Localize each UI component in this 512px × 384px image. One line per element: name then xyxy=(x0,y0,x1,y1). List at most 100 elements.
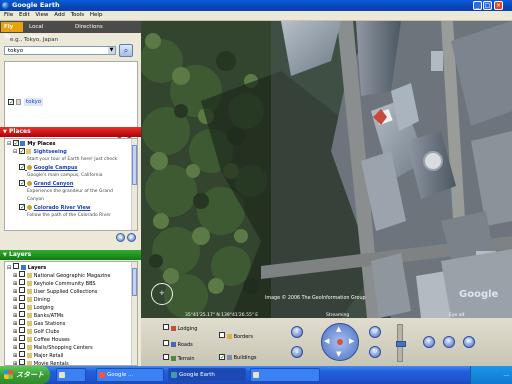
taskbar-item-google[interactable]: Google ... xyxy=(96,368,164,382)
checkbox[interactable] xyxy=(18,327,25,333)
search-result-item[interactable]: ✓ tokyo xyxy=(8,98,138,107)
layer-item[interactable]: ⊞ Golf Clubs xyxy=(13,327,59,335)
pan-up-icon[interactable]: ▲ xyxy=(336,325,341,333)
layer-option-lodging[interactable]: Lodging xyxy=(163,324,197,332)
layer-item[interactable]: ⊞ User Supplied Collections xyxy=(13,287,97,295)
folder-icon xyxy=(26,345,32,350)
tab-local-search[interactable]: Local Search xyxy=(26,22,66,40)
checkbox[interactable]: ✓ xyxy=(19,204,25,211)
layers-header[interactable]: ▼ Layers xyxy=(0,250,141,260)
tree-item-sightseeing[interactable]: ⊟ ✓ Sightseeing xyxy=(13,148,67,156)
compass-icon[interactable]: ✛ xyxy=(151,283,173,305)
layer-item[interactable]: ⊞ Banks/ATMs xyxy=(13,311,64,319)
checkbox[interactable]: ✓ xyxy=(12,140,19,147)
checkbox[interactable] xyxy=(219,332,225,338)
tree-item-google-campus[interactable]: ✓ Google Campus xyxy=(19,164,78,172)
checkbox[interactable] xyxy=(18,295,25,301)
scroll-thumb[interactable] xyxy=(132,145,137,185)
rotate-left-icon[interactable]: ↺ xyxy=(369,326,381,338)
menu-tools[interactable]: Tools xyxy=(71,11,85,20)
checkbox[interactable] xyxy=(18,359,25,365)
layer-item[interactable]: ⊞ Movie Rentals xyxy=(13,359,69,365)
expand-icon[interactable]: ⊟ xyxy=(7,141,11,147)
checkbox[interactable]: ✓ xyxy=(18,148,25,155)
tab-directions[interactable]: Directions xyxy=(72,22,108,32)
menu-file[interactable]: File xyxy=(4,11,13,20)
checkbox[interactable]: ✓ xyxy=(19,180,25,187)
pan-down-icon[interactable]: ▼ xyxy=(336,350,341,358)
checkbox[interactable] xyxy=(18,287,25,293)
checkbox[interactable] xyxy=(18,343,25,349)
tree-item-colorado-river[interactable]: ✓ Colorado River View xyxy=(19,204,91,212)
checkbox[interactable] xyxy=(163,354,169,360)
layer-item[interactable]: ⊞ Dining xyxy=(13,295,50,303)
tilt-down-icon[interactable]: ↓ xyxy=(291,346,303,358)
layer-item[interactable]: ⊞ National Geographic Magazine xyxy=(13,271,110,279)
clock[interactable]: ... xyxy=(503,371,509,378)
layer-item[interactable]: ⊞ Coffee Houses xyxy=(13,335,70,343)
checkbox[interactable] xyxy=(18,279,25,285)
layer-item[interactable]: ⊞ Keyhole Community BBS xyxy=(13,279,96,287)
checkbox[interactable] xyxy=(18,303,25,309)
checkbox[interactable] xyxy=(18,271,25,277)
search-button[interactable]: ⌕ xyxy=(119,44,133,57)
places-scrollbar[interactable] xyxy=(131,139,137,230)
checkbox[interactable] xyxy=(18,351,25,357)
result-label: tokyo xyxy=(24,98,44,106)
pan-left-icon[interactable]: ◀ xyxy=(324,337,329,345)
direction-pad[interactable]: ▲ ▼ ◀ ▶ xyxy=(321,323,359,361)
menu-view[interactable]: View xyxy=(35,11,48,20)
layer-item[interactable]: ⊞ Major Retail xyxy=(13,351,63,359)
zoom-slider[interactable] xyxy=(396,324,406,362)
scroll-thumb[interactable] xyxy=(132,268,137,296)
tree-item-grand-canyon[interactable]: ✓ Grand Canyon xyxy=(19,180,73,188)
places-next-icon[interactable]: ▸ xyxy=(127,233,136,242)
layer-item[interactable]: ⊞ Lodging xyxy=(13,303,54,311)
earth-3d-view[interactable]: ✛ Image © 2006 The GeoInformation Group … xyxy=(141,21,512,318)
zoom-in-icon[interactable]: + xyxy=(423,336,435,348)
title-bar[interactable]: Google Earth _ □ × xyxy=(0,0,512,11)
email-icon[interactable]: ✉ xyxy=(463,336,475,348)
expand-icon[interactable]: ⊟ xyxy=(13,149,17,155)
checkbox[interactable] xyxy=(163,324,169,330)
menu-edit[interactable]: Edit xyxy=(19,11,30,20)
taskbar-item-google-earth[interactable]: Google Earth xyxy=(168,368,246,382)
layer-item[interactable]: ⊟ Layers xyxy=(7,263,46,271)
menu-add[interactable]: Add xyxy=(54,11,65,20)
layer-option-buildings[interactable]: ✓ Buildings xyxy=(219,354,256,362)
checkbox[interactable] xyxy=(163,340,169,346)
taskbar-item-window[interactable] xyxy=(250,368,320,382)
layers-scrollbar[interactable] xyxy=(131,262,137,365)
result-checkbox[interactable]: ✓ xyxy=(8,99,14,106)
pan-right-icon[interactable]: ▶ xyxy=(349,337,354,345)
fly-to-input[interactable]: tokyo ▼ xyxy=(4,46,116,55)
sun-icon[interactable]: ☼ xyxy=(443,336,455,348)
places-header[interactable]: ▼ Places xyxy=(0,127,141,137)
layer-item[interactable]: ⊞ Gas Stations xyxy=(13,319,65,327)
tree-item-my-places[interactable]: ⊟ ✓ My Places xyxy=(7,140,55,148)
start-label: スタート xyxy=(16,371,44,379)
places-prev-icon[interactable]: ◂ xyxy=(116,233,125,242)
close-button[interactable]: × xyxy=(494,1,503,10)
layer-option-roads[interactable]: Roads xyxy=(163,340,193,348)
rotate-right-icon[interactable]: ↻ xyxy=(369,346,381,358)
center-icon[interactable] xyxy=(337,339,343,345)
checkbox[interactable] xyxy=(18,335,25,341)
start-button[interactable]: スタート xyxy=(0,366,50,384)
layer-option-borders[interactable]: Borders xyxy=(219,332,253,340)
menu-help[interactable]: Help xyxy=(90,11,103,20)
checkbox[interactable]: ✓ xyxy=(219,354,225,361)
checkbox[interactable] xyxy=(18,319,25,325)
zoom-thumb[interactable] xyxy=(396,341,406,347)
minimize-button[interactable]: _ xyxy=(473,1,482,10)
quicklaunch[interactable] xyxy=(56,368,86,382)
tilt-up-icon[interactable]: ↑ xyxy=(291,326,303,338)
maximize-button[interactable]: □ xyxy=(483,1,492,10)
layer-option-terrain[interactable]: Terrain xyxy=(163,354,195,362)
layer-item[interactable]: ⊞ Malls/Shopping Centers xyxy=(13,343,93,351)
checkbox[interactable] xyxy=(12,263,19,269)
dropdown-arrow-icon[interactable]: ▼ xyxy=(108,47,115,54)
tab-fly-to[interactable]: Fly To xyxy=(1,22,23,40)
checkbox[interactable]: ✓ xyxy=(19,164,25,171)
checkbox[interactable] xyxy=(18,311,25,317)
